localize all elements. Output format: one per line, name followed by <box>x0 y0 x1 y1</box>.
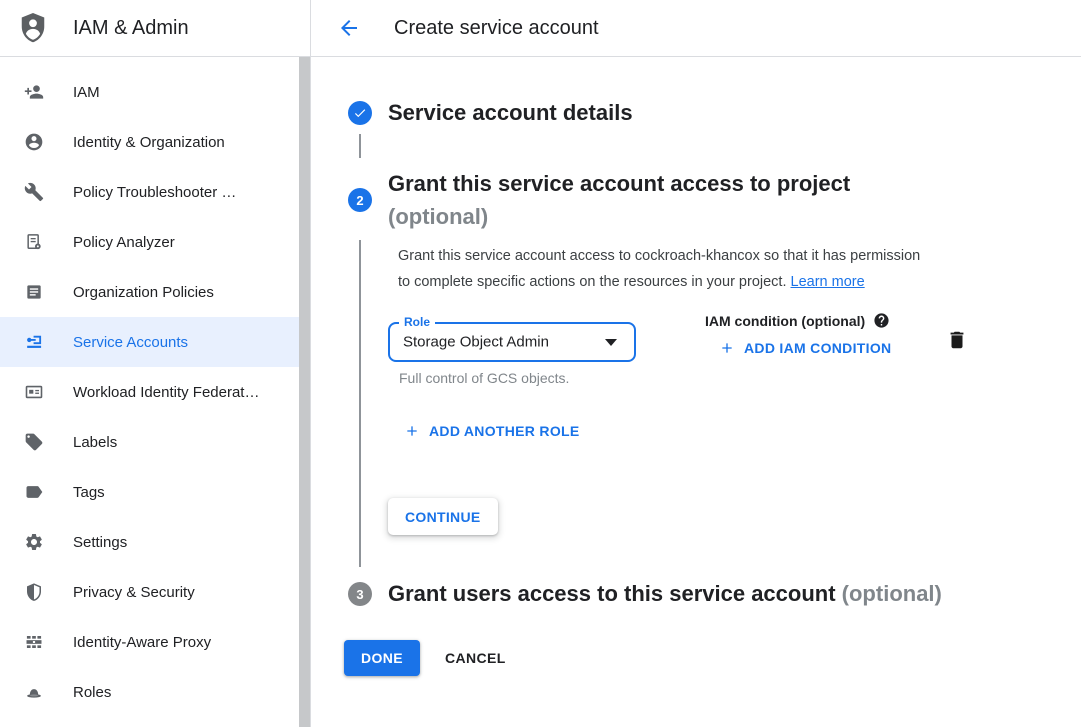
dropdown-arrow-icon <box>605 339 617 346</box>
arrow-back-icon <box>337 16 361 40</box>
sidebar-item-labels[interactable]: Labels <box>0 417 299 467</box>
sidebar-item-label: Labels <box>73 434 117 451</box>
hat-icon <box>24 682 44 702</box>
cancel-button[interactable]: CANCEL <box>432 640 519 676</box>
add-iam-condition-button[interactable]: ADD IAM CONDITION <box>719 340 891 356</box>
iam-condition-label-row: IAM condition (optional) <box>705 312 890 329</box>
step2-number-badge: 2 <box>348 188 372 212</box>
id-card-icon <box>24 382 44 402</box>
sidebar-item-iam[interactable]: IAM <box>0 67 299 117</box>
sidebar-item-tags[interactable]: Tags <box>0 467 299 517</box>
step2-title: Grant this service account access to pro… <box>388 167 850 200</box>
continue-button[interactable]: CONTINUE <box>388 498 498 535</box>
sidebar-item-identity-organization[interactable]: Identity & Organization <box>0 117 299 167</box>
sidebar-nav: IAM Identity & Organization Policy Troub… <box>0 57 299 717</box>
sidebar-item-label: Identity & Organization <box>73 134 225 151</box>
document-gear-icon <box>24 232 44 252</box>
sidebar-item-workload-identity-federation[interactable]: Workload Identity Federat… <box>0 367 299 417</box>
step2-description-line1: Grant this service account access to coc… <box>398 248 920 264</box>
shield-person-icon <box>18 11 48 45</box>
sidebar-item-label: Identity-Aware Proxy <box>73 634 211 651</box>
step2-optional-label: (optional) <box>388 200 850 233</box>
sidebar-item-identity-aware-proxy[interactable]: Identity-Aware Proxy <box>0 617 299 667</box>
step2-description-line2: to complete specific actions on the reso… <box>398 274 786 290</box>
sidebar-item-label: Settings <box>73 534 127 551</box>
app-title: IAM & Admin <box>73 17 189 40</box>
plus-icon <box>404 423 420 439</box>
role-selected-value: Storage Object Admin <box>403 334 549 351</box>
sidebar-item-label: Roles <box>73 684 111 701</box>
step2-number: 2 <box>356 193 363 208</box>
step2-heading: Grant this service account access to pro… <box>388 167 850 233</box>
person-add-icon <box>24 82 44 102</box>
cancel-label: CANCEL <box>445 650 506 666</box>
iam-condition-label: IAM condition (optional) <box>705 313 865 329</box>
done-label: DONE <box>361 650 403 666</box>
add-another-role-button[interactable]: ADD ANOTHER ROLE <box>404 423 580 439</box>
sidebar-scrollbar[interactable] <box>299 57 310 727</box>
learn-more-link[interactable]: Learn more <box>791 274 865 290</box>
sidebar: IAM & Admin IAM Identity & Organization … <box>0 0 311 727</box>
step1-complete-check-icon <box>348 101 372 125</box>
step3-heading: Grant users access to this service accou… <box>388 580 942 608</box>
identity-person-icon <box>24 132 44 152</box>
page-title: Create service account <box>394 17 599 40</box>
service-account-key-icon <box>24 332 44 352</box>
document-lines-icon <box>24 282 44 302</box>
sidebar-item-privacy-security[interactable]: Privacy & Security <box>0 567 299 617</box>
done-button[interactable]: DONE <box>344 640 420 676</box>
step1-title: Service account details <box>388 99 633 127</box>
sidebar-item-label: Tags <box>73 484 105 501</box>
shield-icon <box>24 582 44 602</box>
sidebar-header: IAM & Admin <box>0 0 310 57</box>
sidebar-item-roles[interactable]: Roles <box>0 667 299 717</box>
step3-title: Grant users access to this service accou… <box>388 581 836 606</box>
create-service-account-form: Service account details 2 Grant this ser… <box>311 57 1081 727</box>
step3-number-badge: 3 <box>348 582 372 606</box>
proxy-icon <box>24 632 44 652</box>
page-header: Create service account <box>311 0 1081 57</box>
step3-number: 3 <box>356 587 363 602</box>
wrench-icon <box>24 182 44 202</box>
tag-icon <box>24 432 44 452</box>
back-button[interactable] <box>337 16 361 40</box>
sidebar-item-label: Organization Policies <box>73 284 214 301</box>
role-field-label: Role <box>399 315 435 329</box>
help-icon[interactable] <box>873 312 890 329</box>
main-panel: Create service account Service account d… <box>311 0 1081 727</box>
sidebar-item-label: Service Accounts <box>73 334 188 351</box>
sidebar-item-label: Policy Troubleshooter … <box>73 184 236 201</box>
stepper-connector <box>359 240 361 567</box>
sidebar-item-label: Privacy & Security <box>73 584 195 601</box>
plus-icon <box>719 340 735 356</box>
add-another-role-label: ADD ANOTHER ROLE <box>429 423 580 439</box>
sidebar-item-label: Policy Analyzer <box>73 234 175 251</box>
sidebar-item-settings[interactable]: Settings <box>0 517 299 567</box>
continue-label: CONTINUE <box>405 509 481 525</box>
add-iam-condition-label: ADD IAM CONDITION <box>744 340 891 356</box>
role-select[interactable]: Role Storage Object Admin <box>388 322 636 362</box>
gear-icon <box>24 532 44 552</box>
sidebar-item-policy-troubleshooter[interactable]: Policy Troubleshooter … <box>0 167 299 217</box>
stepper-connector <box>359 134 361 158</box>
trash-icon <box>946 329 970 351</box>
step3-optional-label: (optional) <box>842 581 942 606</box>
label-icon <box>24 482 44 502</box>
sidebar-item-service-accounts[interactable]: Service Accounts <box>0 317 299 367</box>
delete-role-button[interactable] <box>946 328 970 352</box>
sidebar-item-organization-policies[interactable]: Organization Policies <box>0 267 299 317</box>
sidebar-item-label: IAM <box>73 84 100 101</box>
role-helper-text: Full control of GCS objects. <box>399 370 569 386</box>
sidebar-item-label: Workload Identity Federat… <box>73 384 259 401</box>
step2-description: Grant this service account access to coc… <box>398 243 998 295</box>
sidebar-item-policy-analyzer[interactable]: Policy Analyzer <box>0 217 299 267</box>
